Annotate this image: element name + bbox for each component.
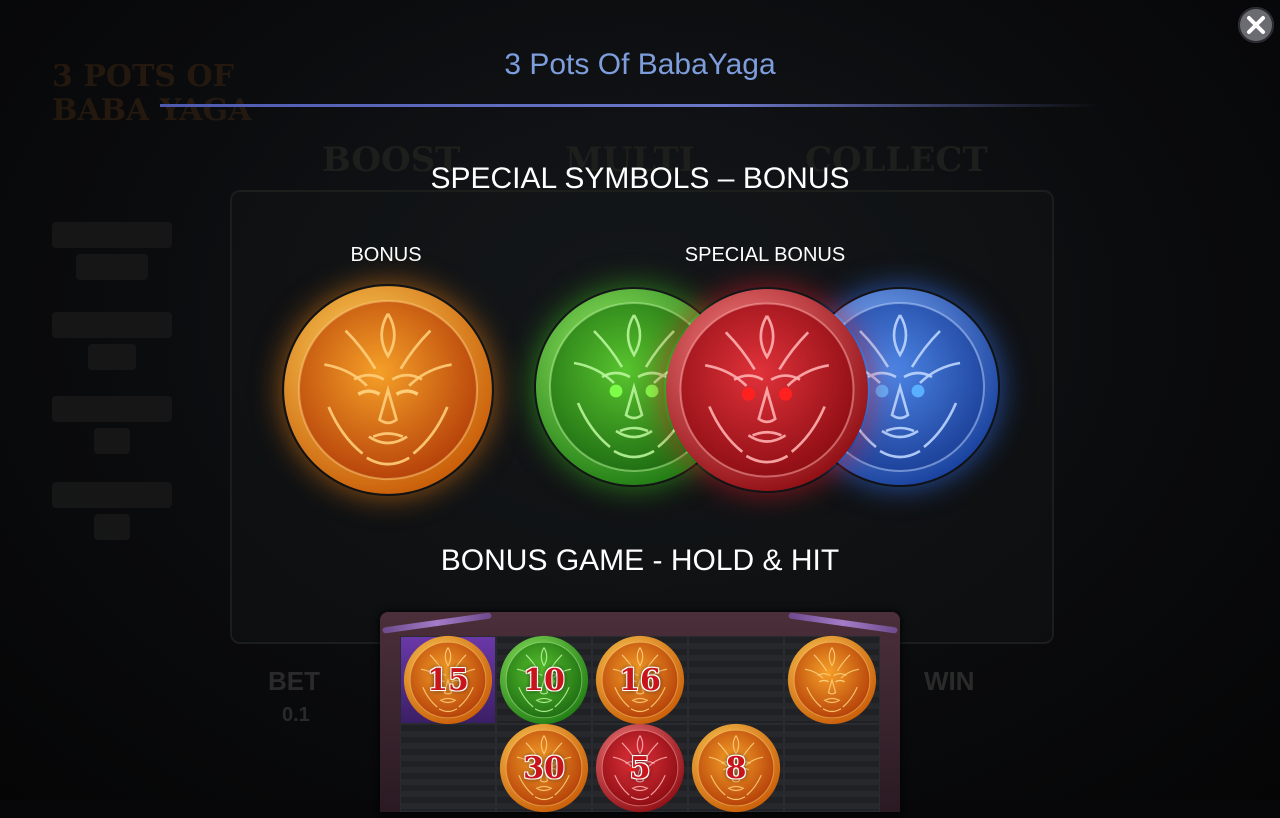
background-bet-label: BET: [268, 666, 320, 696]
background-stat: [52, 396, 172, 466]
background-stat: [52, 222, 172, 292]
close-button[interactable]: [1238, 7, 1274, 43]
special-symbols-heading: SPECIAL SYMBOLS – BONUS: [430, 162, 850, 195]
page-title: 3 Pots Of BabaYaga: [504, 48, 776, 81]
coin-value: 15: [427, 662, 469, 698]
grid-cell: [784, 724, 880, 812]
grid-cell: [688, 636, 784, 724]
coin-value: 16: [619, 662, 661, 698]
bonus-orange-coin: [282, 284, 494, 496]
hold-and-hit-grid: 15 10 16 30 5 8: [380, 612, 900, 813]
bonus-game-heading: BONUS GAME - HOLD & HIT: [440, 544, 840, 577]
title-divider: [160, 104, 1100, 107]
orange-grid-coin: [787, 635, 877, 725]
background-win-label: WIN: [924, 666, 975, 696]
special-bonus-label: SPECIAL BONUS: [684, 244, 846, 266]
grid-cells: 15 10 16 30 5 8: [400, 635, 880, 813]
grid-cell: [400, 724, 496, 812]
coin-value: 10: [523, 662, 565, 698]
orange-grid-coin: 15: [403, 635, 493, 725]
close-icon: [1247, 16, 1265, 34]
background-stat: [52, 482, 172, 552]
background-bet-value: 0.1: [282, 704, 310, 726]
orange-grid-coin: 16: [595, 635, 685, 725]
bonus-label: BONUS: [350, 244, 422, 266]
background-stat: [52, 312, 172, 382]
green-grid-coin: 10: [499, 635, 589, 725]
special-red-coin: [664, 287, 870, 493]
